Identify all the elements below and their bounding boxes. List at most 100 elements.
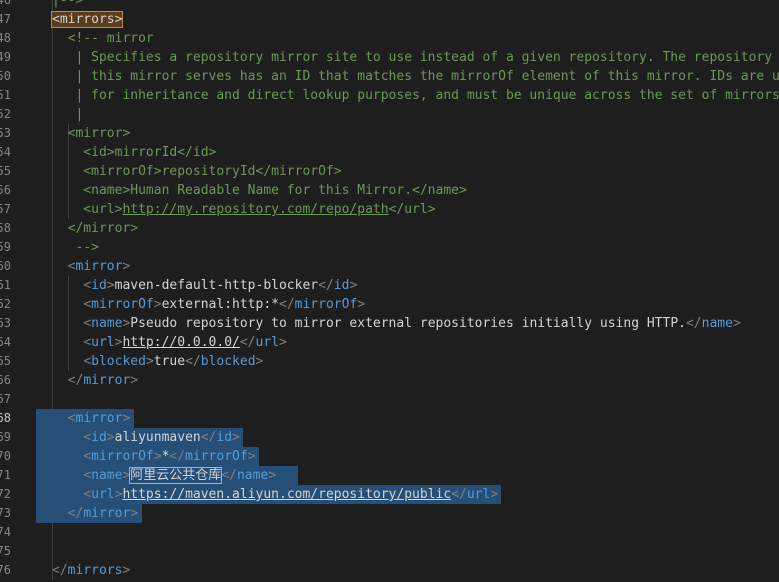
code-text[interactable]: <id>mirrorId</id> xyxy=(52,143,216,162)
code-text[interactable]: <url>http://my.repository.com/repo/path<… xyxy=(52,200,436,219)
line-number: 67 xyxy=(0,390,12,409)
code-token: external:http:* xyxy=(161,297,279,312)
code-line[interactable]: 50 | this mirror serves has an ID that m… xyxy=(0,67,779,86)
line-number-text: 62 xyxy=(0,297,11,311)
code-token: > xyxy=(145,354,154,369)
code-line[interactable]: 75 xyxy=(0,542,779,561)
code-line[interactable]: 67 xyxy=(0,390,779,409)
code-text[interactable]: <url>https://maven.aliyun.com/repository… xyxy=(52,485,498,504)
code-line[interactable]: 65 <blocked>true</blocked> xyxy=(0,352,779,371)
code-text[interactable]: <name>阿里云公共仓库</name> xyxy=(52,466,276,485)
code-text[interactable]: <blocked>true</blocked> xyxy=(52,352,263,371)
code-line[interactable]: 71 <name>阿里云公共仓库</name> xyxy=(0,466,779,485)
code-token: <!-- mirror xyxy=(52,31,154,46)
line-number: 53 xyxy=(0,124,12,143)
code-line[interactable]: 76 </mirrors> xyxy=(0,561,779,580)
code-text[interactable]: <mirrorOf>repositoryId</mirrorOf> xyxy=(52,162,341,181)
code-token: > xyxy=(122,411,131,426)
code-text[interactable]: <mirror> xyxy=(52,257,131,276)
code-line[interactable]: 47 <mirrors> xyxy=(0,10,779,29)
line-number-text: 59 xyxy=(0,240,11,254)
code-token: https://maven.aliyun.com/repository/publ… xyxy=(122,487,452,502)
code-line[interactable]: 52 | xyxy=(0,105,779,124)
code-line[interactable]: 56 <name>Human Readable Name for this Mi… xyxy=(0,181,779,200)
code-line[interactable]: 49 | Specifies a repository mirror site … xyxy=(0,48,779,67)
code-line[interactable]: 48 <!-- mirror xyxy=(0,29,779,48)
code-token: name xyxy=(701,316,733,331)
code-line[interactable]: 55 <mirrorOf>repositoryId</mirrorOf> xyxy=(0,162,779,181)
code-text[interactable]: <id>maven-default-http-blocker</id> xyxy=(52,276,357,295)
code-text[interactable]: --> xyxy=(52,238,99,257)
code-text[interactable]: | for inheritance and direct lookup purp… xyxy=(52,86,779,105)
code-text[interactable]: <name>Pseudo repository to mirror extern… xyxy=(52,314,740,333)
code-token: url xyxy=(91,487,115,502)
code-text[interactable]: | Specifies a repository mirror site to … xyxy=(52,48,779,67)
code-text[interactable]: <name>Human Readable Name for this Mirro… xyxy=(52,181,467,200)
line-number-text: 69 xyxy=(0,430,11,444)
code-editor[interactable]: 46 |--> 47 <mirrors> 48 <!-- mirror 49 | Spec… xyxy=(0,0,779,582)
line-number-text: 75 xyxy=(0,544,11,558)
code-token: mirror xyxy=(83,373,131,388)
code-line[interactable]: 60 <mirror> xyxy=(0,257,779,276)
code-token: <mirror> xyxy=(52,126,131,141)
code-line[interactable]: 64 <url>http://0.0.0.0/</url> xyxy=(0,333,779,352)
code-line[interactable]: 51 | for inheritance and direct lookup p… xyxy=(0,86,779,105)
code-text[interactable]: </mirror> xyxy=(52,219,138,238)
code-line[interactable]: 74 xyxy=(0,523,779,542)
code-line[interactable]: 63 <name>Pseudo repository to mirror ext… xyxy=(0,314,779,333)
code-line[interactable]: 58 </mirror> xyxy=(0,219,779,238)
code-line[interactable]: 59 --> xyxy=(0,238,779,257)
code-text[interactable]: | this mirror serves has an ID that matc… xyxy=(52,67,779,86)
code-token: http://my.repository.com/repo/path xyxy=(122,202,389,217)
code-token: id xyxy=(333,278,350,293)
code-token: </ xyxy=(67,373,84,388)
code-token: </ xyxy=(451,487,467,502)
code-token: </ xyxy=(185,354,201,369)
code-line[interactable]: 53 <mirror> xyxy=(0,124,779,143)
code-token: Pseudo repository to mirror external rep… xyxy=(130,316,686,331)
code-text[interactable]: </mirror> xyxy=(52,504,138,523)
code-line[interactable]: 46 |--> xyxy=(0,0,779,10)
code-line[interactable]: 54 <id>mirrorId</id> xyxy=(0,143,779,162)
code-token: <id>mirrorId</id> xyxy=(52,145,217,160)
line-number-text: 48 xyxy=(0,31,11,45)
code-token: mirrorOf xyxy=(294,297,358,312)
code-text[interactable]: <!-- mirror xyxy=(52,29,154,48)
code-line[interactable]: 73 </mirror> xyxy=(0,504,779,523)
code-text[interactable]: <id>aliyunmaven</id> xyxy=(52,428,240,447)
code-token: </ xyxy=(279,297,295,312)
line-number: 66 xyxy=(0,371,12,390)
code-line[interactable]: 72 <url>https://maven.aliyun.com/reposit… xyxy=(0,485,779,504)
code-text[interactable]: <mirror> xyxy=(52,409,131,428)
code-line[interactable]: 57 <url>http://my.repository.com/repo/pa… xyxy=(0,200,779,219)
line-number: 73 xyxy=(0,504,12,523)
line-number-text: 71 xyxy=(0,468,11,482)
line-number: 55 xyxy=(0,162,12,181)
code-line[interactable]: 61 <id>maven-default-http-blocker</id> xyxy=(0,276,779,295)
code-line[interactable]: 70 <mirrorOf>*</mirrorOf> xyxy=(0,447,779,466)
code-line[interactable]: 66 </mirror> xyxy=(0,371,779,390)
code-line[interactable]: 68 <mirror> xyxy=(0,409,779,428)
code-text[interactable]: <mirrorOf>*</mirrorOf> xyxy=(52,447,255,466)
code-text[interactable]: <mirror> xyxy=(52,124,131,143)
code-text[interactable]: <url>http://0.0.0.0/</url> xyxy=(52,333,287,352)
code-text[interactable]: <mirrorOf>external:http:*</mirrorOf> xyxy=(52,295,365,314)
code-line[interactable]: 62 <mirrorOf>external:http:*</mirrorOf> xyxy=(0,295,779,314)
code-token: </url> xyxy=(388,202,436,217)
code-text[interactable]: |--> xyxy=(52,0,83,10)
code-text[interactable]: <mirrors> xyxy=(50,10,124,29)
code-text[interactable]: </mirror> xyxy=(52,371,138,390)
line-number-text: 55 xyxy=(0,164,11,178)
line-number: 65 xyxy=(0,352,12,371)
code-token: | for inheritance and direct lookup purp… xyxy=(52,88,779,103)
code-token: name xyxy=(91,316,123,331)
code-text[interactable]: </mirrors> xyxy=(52,561,130,580)
code-line[interactable]: 69 <id>aliyunmaven</id> xyxy=(0,428,779,447)
line-number-text: 70 xyxy=(0,449,11,463)
line-number: 60 xyxy=(0,257,12,276)
code-text[interactable]: | xyxy=(52,105,83,124)
code-token: > xyxy=(106,278,115,293)
